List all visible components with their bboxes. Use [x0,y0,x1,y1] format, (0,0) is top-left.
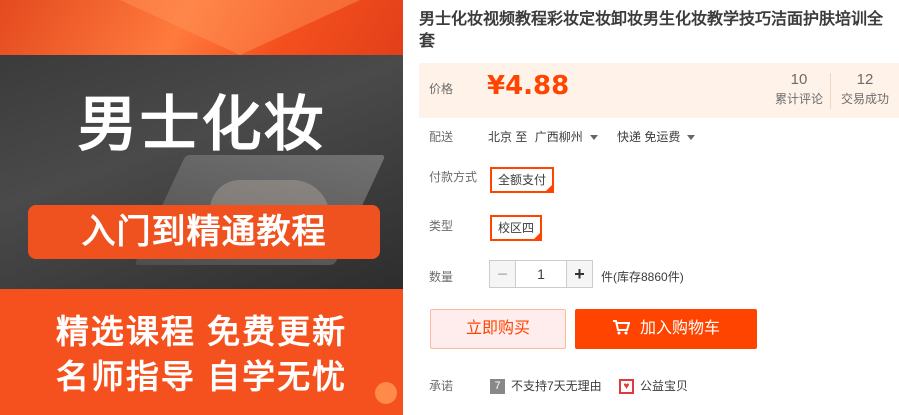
shipping-destination-select[interactable]: 广西柳州 [535,130,610,144]
buy-now-button[interactable]: 立即购买 [430,309,566,349]
cart-icon [612,320,631,335]
heart-icon: ♥ [619,379,634,395]
stock-info: 件(库存8860件) [601,270,684,284]
product-title: 男士化妆视频教程彩妆定妆卸妆男生化妆教学技巧洁面护肤培训全套 [419,11,884,50]
quantity-increase-button[interactable]: + [566,260,593,288]
shipping-method: 快递 免运费 [617,130,681,144]
promise-label: 承诺 [429,379,454,393]
reviews-count: 10 [790,71,808,88]
sales-stat: 12 交易成功 [837,70,893,108]
image-pill-text: 入门到精通教程 [28,205,380,259]
promise-item-2: 公益宝贝 [640,379,689,393]
shipping-from: 北京 至 [488,130,528,144]
image-headline: 男士化妆 [77,91,326,158]
promise-item-1: 不支持7天无理由 [511,379,602,393]
reviews-stat[interactable]: 10 累计评论 [771,70,827,108]
price-value: ¥4.88 [487,71,570,101]
add-to-cart-label: 加入购物车 [639,320,720,337]
reviews-label: 累计评论 [774,92,823,106]
add-to-cart-button[interactable]: 加入购物车 [575,309,757,349]
promise-no-7day-return[interactable]: 7 不支持7天无理由 [490,378,602,395]
image-tagline-1: 精选课程 免费更新 [55,313,348,350]
price-panel: 价格 ¥4.88 10 累计评论 12 交易成功 [419,63,899,118]
sales-count: 12 [856,71,874,88]
payment-option-full[interactable]: 全额支付 [490,167,555,193]
shipping-row: 北京 至 广西柳州 快递 免运费 [488,128,711,145]
image-corner-badge [375,382,397,404]
shipping-destination: 广西柳州 [534,130,583,144]
sales-label: 交易成功 [840,92,889,106]
promise-charity[interactable]: ♥ 公益宝贝 [619,378,689,395]
price-label: 价格 [429,82,454,96]
chevron-down-icon [589,135,598,141]
shipping-method-select[interactable]: 快递 免运费 [617,130,707,144]
type-label: 类型 [429,219,454,233]
quantity-stepper: − 1 + [489,260,593,288]
quantity-input[interactable]: 1 [516,260,566,288]
stat-divider [830,73,831,109]
type-option-campus4[interactable]: 校区四 [490,215,543,241]
seven-day-icon: 7 [490,379,505,395]
chevron-down-icon [687,135,696,141]
shipping-label: 配送 [429,130,454,144]
image-top-banner [0,0,403,55]
image-tagline-2: 名师指导 自学无忧 [55,358,348,395]
quantity-decrease-button[interactable]: − [489,260,516,288]
product-main-image[interactable]: 男士化妆 入门到精通教程 精选课程 免费更新 名师指导 自学无忧 [0,0,403,415]
quantity-label: 数量 [429,270,454,284]
payment-label: 付款方式 [429,170,478,184]
